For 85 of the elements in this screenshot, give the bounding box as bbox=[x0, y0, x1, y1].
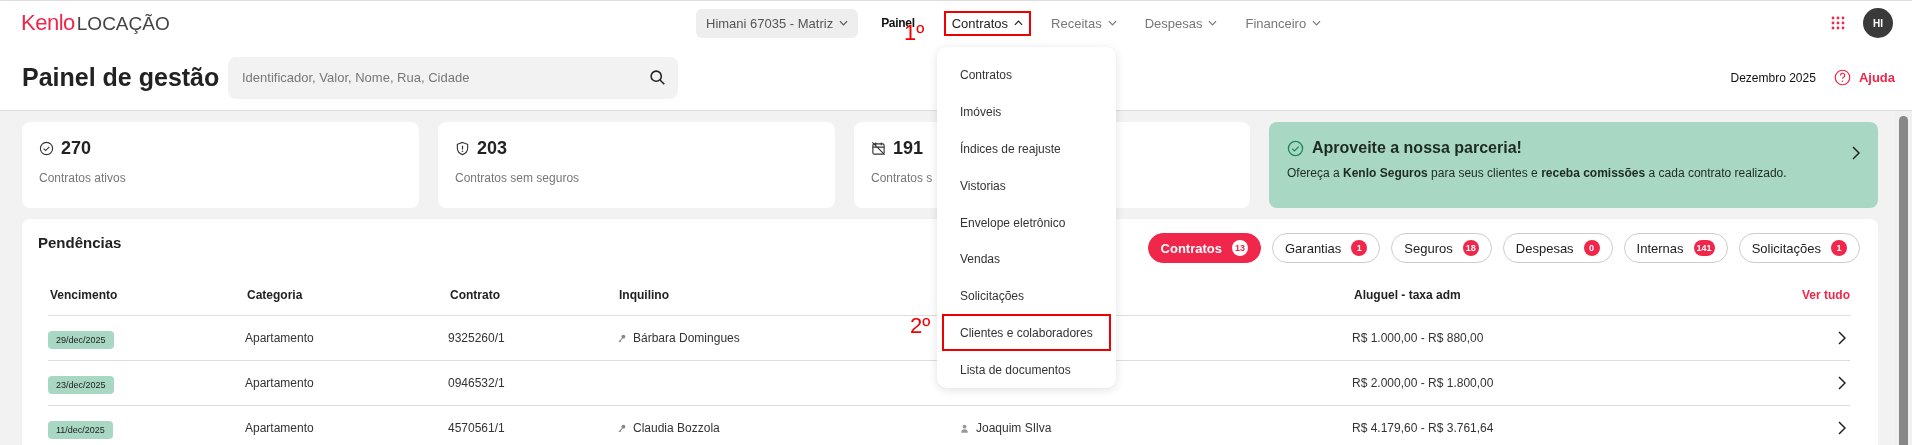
page-title: Painel de gestão bbox=[22, 63, 221, 92]
help-icon bbox=[1833, 69, 1851, 86]
check-circle-icon bbox=[1287, 139, 1304, 157]
scrollbar-thumb[interactable] bbox=[1899, 116, 1908, 445]
section-title: Pendências bbox=[38, 233, 122, 251]
filter-chip[interactable]: Despesas 0 bbox=[1502, 233, 1613, 263]
column-header: Vencimento bbox=[49, 288, 119, 302]
step-annotation: 2º bbox=[910, 315, 931, 337]
stat-label: Contratos sem seguros bbox=[455, 171, 581, 185]
count-badge: 141 bbox=[1693, 240, 1715, 256]
menu-item[interactable]: Imóveis bbox=[942, 93, 1111, 131]
table-cell: Joaquim SIlva bbox=[976, 421, 1052, 435]
table-cell-text: R$ 1.000,00 - R$ 880,00 bbox=[1352, 331, 1485, 345]
product-name: LOCAÇÃO bbox=[76, 13, 170, 35]
promo-text: Ofereça a Kenlo Seguros para seus clientes e receba comissões a cada contrato realizado. bbox=[1287, 166, 1788, 180]
branch-selector[interactable]: Himani 67035 - Matriz bbox=[696, 8, 859, 38]
stat-label: Contratos ativos bbox=[39, 171, 127, 185]
column-header: Categoria bbox=[246, 288, 304, 302]
column-header: Aluguel - taxa adm bbox=[1353, 288, 1462, 302]
chevron-down-icon bbox=[1312, 20, 1322, 26]
chevron-up-icon bbox=[1014, 20, 1024, 26]
due-date-badge: 23/dec/2025 bbox=[48, 376, 114, 394]
menu-item[interactable]: Lista de documentos bbox=[942, 351, 1111, 389]
filter-chip[interactable]: Contratos 13 bbox=[1147, 233, 1261, 263]
apps-grid-icon[interactable] bbox=[1831, 16, 1845, 30]
table-cell-text: Apartamento bbox=[245, 421, 315, 435]
chevron-right-icon bbox=[1852, 146, 1860, 160]
shield-alert-icon bbox=[455, 141, 470, 156]
filter-chip[interactable]: Solicitações 1 bbox=[1738, 233, 1860, 263]
user-avatar[interactable]: HI bbox=[1863, 8, 1893, 38]
table-cell: Claudia Bozzola bbox=[633, 421, 720, 435]
chevron-right-icon[interactable] bbox=[1838, 421, 1846, 435]
calendar-off-icon bbox=[871, 141, 886, 156]
table-cell-text: 9325260/1 bbox=[448, 331, 506, 345]
count-badge: 0 bbox=[1583, 240, 1600, 256]
search-field[interactable]: Identificador, Valor, Nome, Rua, Cidade bbox=[228, 56, 678, 99]
chevron-down-icon bbox=[1107, 20, 1117, 26]
nav-tab[interactable]: Financeiro bbox=[1237, 10, 1330, 36]
key-icon bbox=[617, 333, 626, 343]
filter-chip[interactable]: Garantias 1 bbox=[1272, 233, 1381, 263]
menu-item[interactable]: Envelope eletrônico bbox=[942, 204, 1111, 241]
menu-item[interactable]: Contratos bbox=[942, 57, 1111, 94]
count-badge: 1 bbox=[1351, 240, 1368, 256]
search-icon[interactable] bbox=[649, 68, 666, 86]
stat-label: Contratos s bbox=[871, 171, 934, 185]
column-header: Inquilino bbox=[618, 288, 670, 302]
view-all-link[interactable]: Ver tudo bbox=[1802, 288, 1850, 302]
table-cell-text: 0946532/1 bbox=[448, 376, 506, 390]
count-badge: 18 bbox=[1462, 240, 1479, 256]
table-cell-text: R$ 4.179,60 - R$ 3.761,64 bbox=[1352, 421, 1495, 435]
table-cell-text: R$ 2.000,00 - R$ 1.800,00 bbox=[1352, 376, 1495, 390]
due-date-badge: 29/dec/2025 bbox=[48, 331, 114, 349]
stat-value: 191 bbox=[893, 138, 924, 159]
stat-value: 203 bbox=[477, 138, 508, 159]
chevron-down-icon bbox=[1208, 20, 1218, 26]
table-cell-text: 4570561/1 bbox=[448, 421, 506, 435]
stat-value: 270 bbox=[61, 138, 92, 159]
period-label: Dezembro 2025 bbox=[1730, 70, 1816, 85]
count-badge: 1 bbox=[1831, 240, 1847, 256]
menu-item[interactable]: Solicitações bbox=[942, 277, 1111, 315]
promo-title: Aproveite a nossa parceria! bbox=[1312, 139, 1522, 157]
menu-item[interactable]: Vendas bbox=[942, 240, 1111, 278]
nav-tab[interactable]: Contratos bbox=[943, 10, 1032, 36]
chevron-right-icon[interactable] bbox=[1838, 331, 1846, 345]
menu-item[interactable]: Índices de reajuste bbox=[942, 130, 1111, 168]
due-date-badge: 11/dec/2025 bbox=[48, 421, 113, 439]
chevron-down-icon bbox=[839, 20, 849, 26]
nav-tab[interactable]: Despesas bbox=[1136, 10, 1226, 36]
table-cell-text: Apartamento bbox=[245, 376, 315, 390]
help-link[interactable]: Ajuda bbox=[1833, 69, 1895, 86]
key-icon bbox=[617, 423, 626, 433]
chevron-right-icon[interactable] bbox=[1838, 376, 1846, 390]
table-cell: Bárbara Domingues bbox=[633, 331, 740, 345]
menu-item[interactable]: Vistorias bbox=[942, 167, 1111, 205]
nav-tab[interactable]: Receitas bbox=[1043, 10, 1125, 36]
table-cell-text: Apartamento bbox=[245, 331, 315, 345]
menu-item[interactable]: Clientes e colaboradores bbox=[942, 314, 1111, 352]
promo-banner[interactable]: Aproveite a nossa parceria! Ofereça a Kenlo Seguros para seus clientes e receba comissões a cada contrato realizado. bbox=[1269, 122, 1878, 208]
column-header: Contrato bbox=[449, 288, 501, 302]
filter-chip[interactable]: Internas 141 bbox=[1623, 233, 1728, 263]
person-icon bbox=[960, 423, 969, 433]
check-circle-icon bbox=[39, 141, 54, 156]
filter-chip[interactable]: Seguros 18 bbox=[1391, 233, 1492, 263]
brand-logo[interactable]: Kenlo bbox=[21, 10, 75, 36]
count-badge: 13 bbox=[1231, 240, 1248, 256]
